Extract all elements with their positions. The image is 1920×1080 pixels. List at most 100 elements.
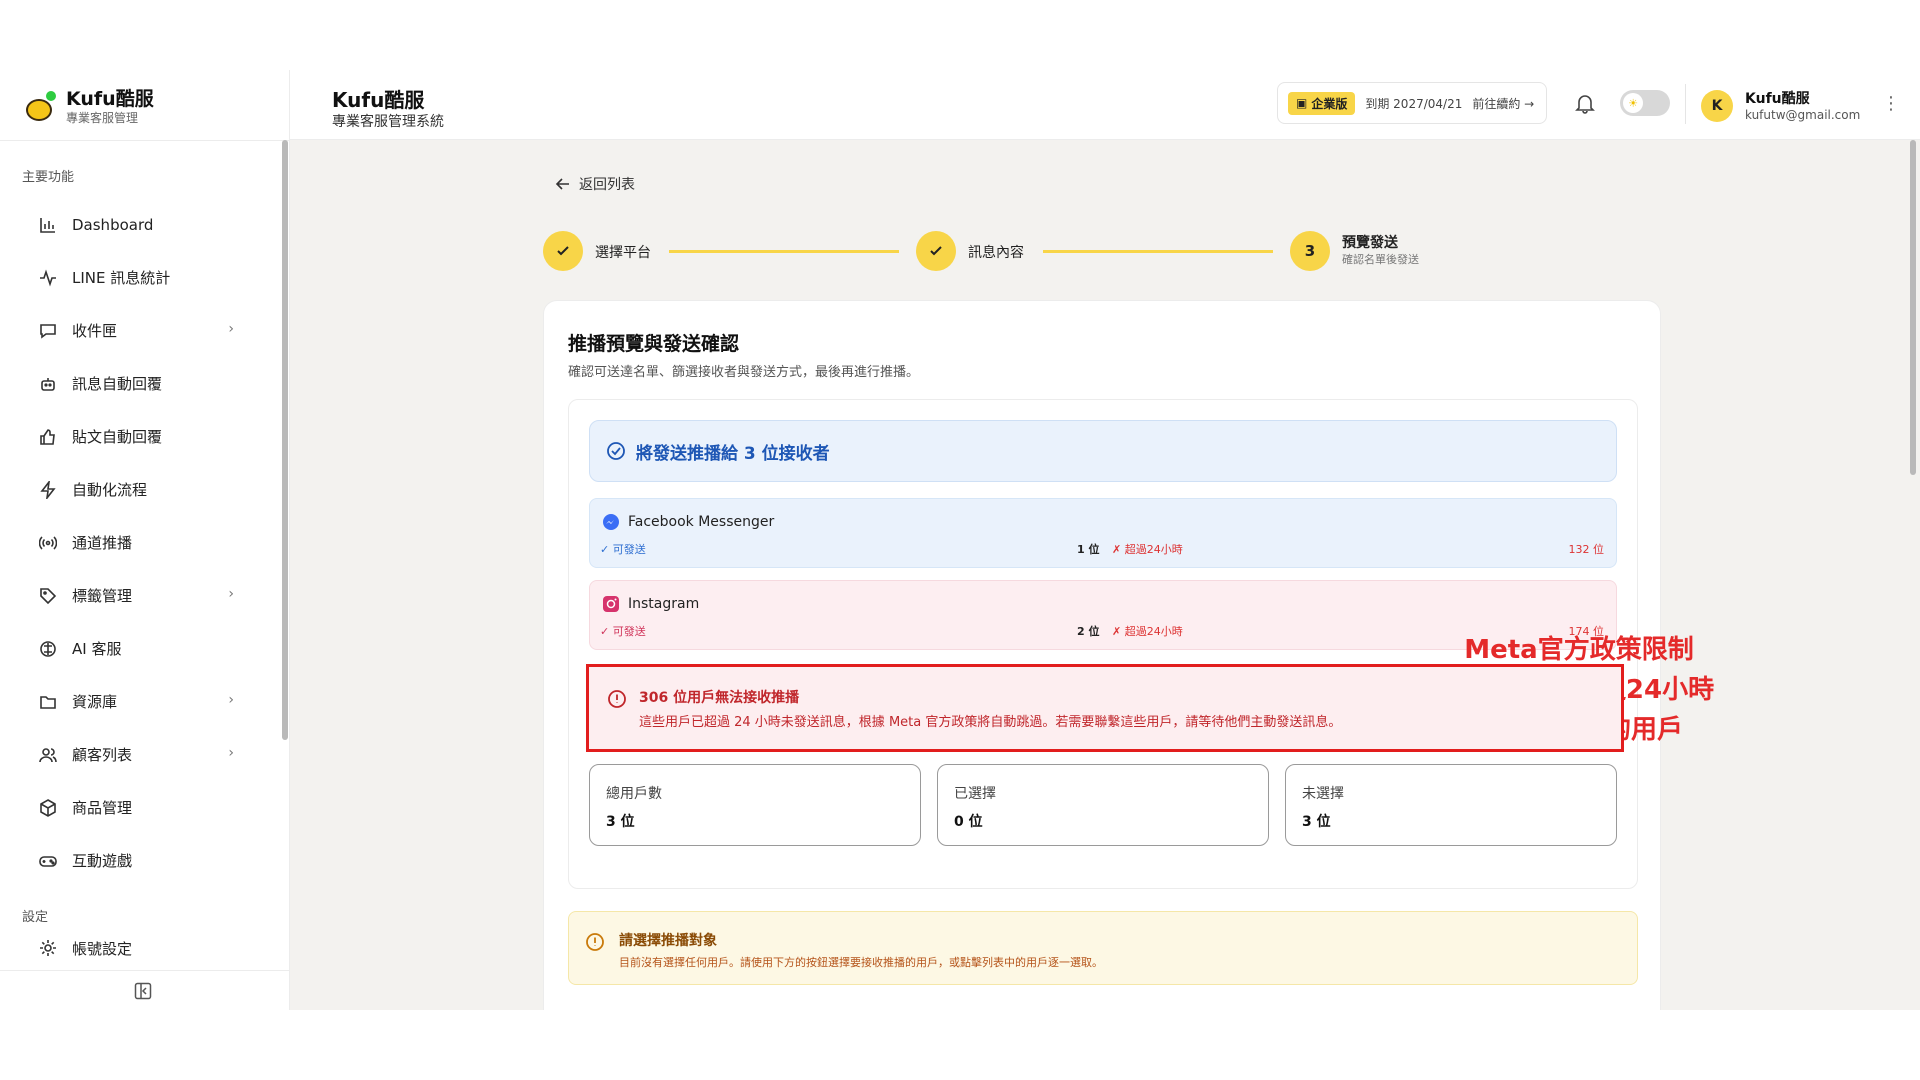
chevron-right-icon: › bbox=[228, 586, 234, 602]
sidebar-item-label: 訊息自動回覆 bbox=[72, 375, 163, 393]
platform-count: 1 位 bbox=[1077, 543, 1100, 556]
user-name: Kufu酷服 bbox=[1745, 91, 1810, 107]
topbar-divider bbox=[1685, 84, 1686, 124]
sidebar-item-line-stats[interactable]: LINE 訊息統計 bbox=[0, 251, 282, 304]
back-link-label: 返回列表 bbox=[579, 177, 635, 193]
sidebar-item-label: 商品管理 bbox=[72, 799, 133, 817]
stat-label: 未選擇 bbox=[1302, 786, 1344, 802]
plan-badge: ▣ 企業版 bbox=[1288, 91, 1356, 115]
step-1-check-icon bbox=[543, 231, 583, 271]
stat-selected: 已選擇 0 位 bbox=[937, 764, 1269, 846]
step-connector bbox=[1043, 250, 1273, 253]
sidebar-item-account-settings[interactable]: 帳號設定 bbox=[0, 936, 282, 960]
step-3-sub: 確認名單後發送 bbox=[1342, 253, 1419, 266]
platform-name: Facebook Messenger bbox=[628, 514, 775, 530]
stat-value: 3 位 bbox=[606, 814, 635, 830]
sidebar-item-games[interactable]: 互動遊戲 bbox=[0, 834, 282, 887]
sidebar-item-tags[interactable]: 標籤管理 › bbox=[0, 569, 282, 622]
warning-desc: 這些用戶已超過 24 小時未發送訊息，根據 Meta 官方政策將自動跳過。若需要… bbox=[639, 715, 1342, 730]
sidebar-divider bbox=[0, 140, 290, 141]
activity-icon bbox=[38, 268, 58, 288]
sidebar-nav: Dashboard LINE 訊息統計 收件匣 › 訊息自動回覆 貼文自動回覆 bbox=[0, 198, 282, 887]
sidebar-item-automation[interactable]: 自動化流程 bbox=[0, 463, 282, 516]
inbox-icon bbox=[38, 321, 58, 341]
sidebar-item-label: 自動化流程 bbox=[72, 481, 148, 499]
stepper: 選擇平台 訊息內容 3 預覽發送 確認名單後發送 bbox=[543, 225, 1443, 275]
sidebar-item-inbox[interactable]: 收件匣 › bbox=[0, 304, 282, 357]
alert-circle-icon bbox=[586, 933, 604, 951]
sidebar-item-label: 互動遊戲 bbox=[72, 852, 133, 870]
collapse-sidebar-icon[interactable] bbox=[134, 982, 154, 1002]
page-title: Kufu酷服 bbox=[332, 88, 425, 112]
platform-ok: ✓ 可發送 bbox=[600, 625, 646, 638]
card-title: 推播預覽與發送確認 bbox=[568, 333, 740, 355]
package-icon bbox=[38, 798, 58, 818]
bot-icon bbox=[38, 374, 58, 394]
step-connector bbox=[669, 250, 899, 253]
topbar: Kufu酷服 專業客服管理系統 ▣ 企業版 到期 2027/04/21 前往續約… bbox=[290, 70, 1920, 140]
brand-title: Kufu酷服 bbox=[66, 88, 154, 110]
sidebar-item-label: 通道推播 bbox=[72, 534, 133, 552]
step-1-label: 選擇平台 bbox=[595, 245, 651, 261]
step-2-label: 訊息內容 bbox=[968, 245, 1024, 261]
section-title-main: 主要功能 bbox=[22, 170, 75, 185]
users-icon bbox=[38, 745, 58, 765]
brand-subtitle: 專業客服管理 bbox=[66, 111, 139, 125]
sidebar-item-label: Dashboard bbox=[72, 215, 154, 234]
thumbs-up-icon bbox=[38, 427, 58, 447]
sidebar-item-products[interactable]: 商品管理 bbox=[0, 781, 282, 834]
sidebar-item-post-reply[interactable]: 貼文自動回覆 bbox=[0, 410, 282, 463]
main-scrollbar[interactable] bbox=[1910, 140, 1916, 475]
step-3-number: 3 bbox=[1290, 231, 1330, 271]
theme-toggle[interactable]: ☀ bbox=[1620, 90, 1670, 116]
recipients-banner: 將發送推播給 3 位接收者 bbox=[589, 420, 1617, 482]
bell-icon[interactable] bbox=[1574, 92, 1596, 114]
sidebar-item-label: LINE 訊息統計 bbox=[72, 269, 171, 287]
chevron-right-icon: › bbox=[228, 745, 234, 761]
recipients-panel: 將發送推播給 3 位接收者 Facebook Messenger ✓ 可發送 1… bbox=[568, 399, 1714, 889]
preview-card: 推播預覽與發送確認 確認可送達名單、篩選接收者與發送方式，最後再進行推播。 將發… bbox=[543, 300, 1714, 1010]
card-desc: 確認可送達名單、篩選接收者與發送方式，最後再進行推播。 bbox=[568, 365, 920, 380]
app-window: Kufu酷服 專業客服管理 主要功能 Dashboard LINE 訊息統計 收… bbox=[0, 70, 1920, 1010]
platform-count: 2 位 bbox=[1077, 625, 1100, 638]
platform-ok: ✓ 可發送 bbox=[600, 543, 646, 556]
sidebar-item-ai-service[interactable]: AI 客服 bbox=[0, 622, 282, 675]
stat-label: 已選擇 bbox=[954, 786, 996, 802]
arrow-left-icon bbox=[555, 178, 569, 190]
folder-icon bbox=[38, 692, 58, 712]
instagram-icon bbox=[603, 596, 619, 612]
sidebar-item-label: 資源庫 bbox=[72, 693, 118, 711]
gamepad-icon bbox=[38, 851, 58, 871]
bar-chart-icon bbox=[38, 215, 58, 235]
sidebar-item-resources[interactable]: 資源庫 › bbox=[0, 675, 282, 728]
plan-info[interactable]: ▣ 企業版 到期 2027/04/21 前往續約 → bbox=[1277, 82, 1547, 124]
sidebar-item-customers[interactable]: 顧客列表 › bbox=[0, 728, 282, 781]
sidebar: Kufu酷服 專業客服管理 主要功能 Dashboard LINE 訊息統計 收… bbox=[0, 70, 290, 1010]
sidebar-item-label: AI 客服 bbox=[72, 640, 122, 658]
undeliverable-warning: 306 位用戶無法接收推播 這些用戶已超過 24 小時未發送訊息，根據 Meta… bbox=[586, 664, 1624, 752]
step-2-check-icon bbox=[916, 231, 956, 271]
platform-skipped-count: 132 位 bbox=[1568, 543, 1605, 556]
avatar[interactable]: K bbox=[1701, 90, 1733, 122]
sidebar-item-label: 貼文自動回覆 bbox=[72, 428, 163, 446]
renew-link[interactable]: 前往續約 → bbox=[1472, 95, 1534, 112]
sidebar-item-broadcast[interactable]: 通道推播 bbox=[0, 516, 282, 569]
page-subtitle: 專業客服管理系統 bbox=[332, 114, 444, 130]
back-link[interactable]: 返回列表 bbox=[555, 174, 635, 194]
user-email: kufutw@gmail.com bbox=[1745, 108, 1861, 122]
main-content: 返回列表 選擇平台 訊息內容 3 預覽發送 確認名單後發送 推播預覽與發送確認 … bbox=[290, 140, 1920, 1010]
step-3-label: 預覽發送 bbox=[1342, 235, 1398, 251]
more-menu-icon[interactable]: ⋮ bbox=[1882, 92, 1900, 116]
sidebar-scrollbar[interactable] bbox=[282, 140, 288, 740]
section-title-settings: 設定 bbox=[22, 910, 49, 925]
sidebar-item-auto-reply[interactable]: 訊息自動回覆 bbox=[0, 357, 282, 410]
platform-over-24h: ✗ 超過24小時 bbox=[1112, 625, 1183, 638]
sidebar-item-dashboard[interactable]: Dashboard bbox=[0, 198, 282, 251]
check-circle-icon bbox=[607, 442, 625, 460]
notice-desc: 目前沒有選擇任何用戶。請使用下方的按鈕選擇要接收推播的用戶，或點擊列表中的用戶逐… bbox=[619, 956, 1103, 969]
sidebar-item-label: 顧客列表 bbox=[72, 746, 133, 764]
ai-icon bbox=[38, 639, 58, 659]
sidebar-item-label: 帳號設定 bbox=[72, 939, 133, 958]
brand[interactable]: Kufu酷服 專業客服管理 bbox=[24, 82, 154, 132]
notice-title: 請選擇推播對象 bbox=[619, 933, 717, 949]
